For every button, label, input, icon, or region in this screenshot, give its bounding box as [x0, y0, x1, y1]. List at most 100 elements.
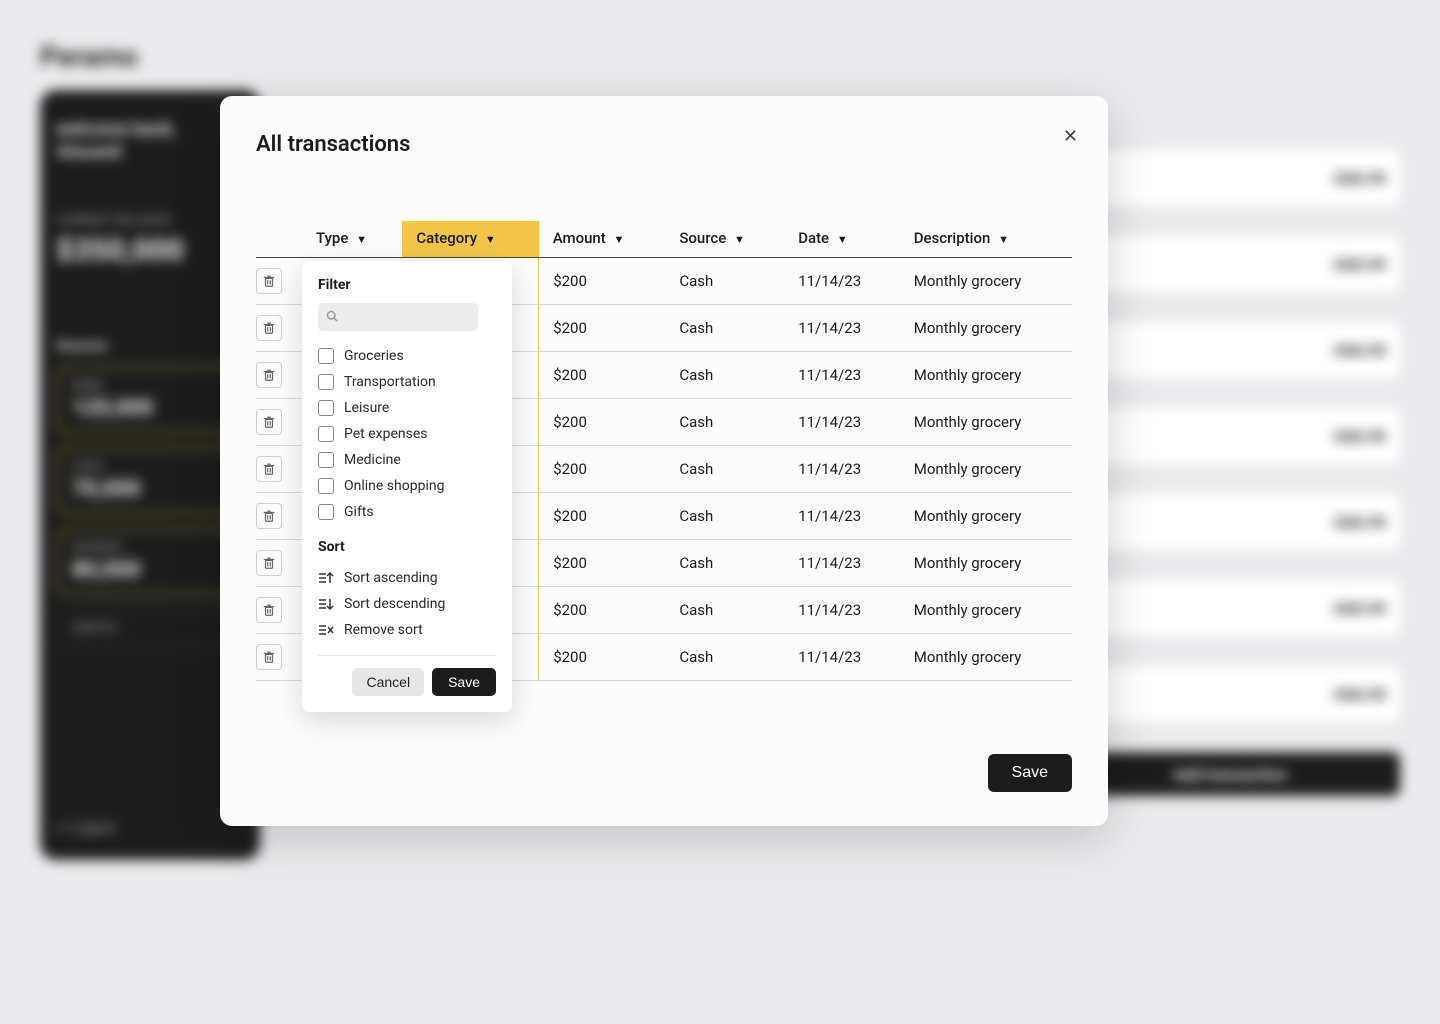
source-card-crypto[interactable]: CRYPTO — [56, 609, 244, 647]
cell-amount: $200 — [539, 540, 666, 587]
col-header-category[interactable]: Category ▼ — [402, 221, 538, 258]
filter-option-label: Leisure — [344, 400, 389, 416]
txn-amount: -$40.99 — [1329, 513, 1386, 532]
cancel-button[interactable]: Cancel — [352, 668, 424, 696]
checkbox[interactable] — [318, 504, 334, 520]
filter-option[interactable]: Gifts — [318, 499, 496, 525]
col-header-type[interactable]: Type ▼ — [302, 221, 402, 258]
checkbox[interactable] — [318, 348, 334, 364]
trash-icon — [262, 462, 276, 476]
txn-row[interactable]: -$40.99 — [1060, 408, 1400, 464]
trash-icon — [262, 603, 276, 617]
filter-option-label: Online shopping — [344, 478, 444, 494]
col-header-delete — [256, 221, 302, 258]
source-card-savings[interactable]: SAVINGS 80,000 — [56, 528, 244, 595]
col-label: Category — [416, 229, 477, 247]
cell-date: 11/14/23 — [784, 446, 900, 493]
delete-row-button[interactable] — [256, 456, 282, 482]
trash-icon — [262, 368, 276, 382]
col-label: Type — [316, 229, 348, 247]
sort-remove-label: Remove sort — [344, 622, 423, 638]
txn-row[interactable]: -$40.99 — [1060, 236, 1400, 292]
cell-description: Monthly grocery — [900, 446, 1072, 493]
txn-row[interactable]: -$40.99 — [1060, 666, 1400, 722]
txn-row[interactable]: -$40.99 — [1060, 494, 1400, 550]
welcome-text: welcome back, Vincent! — [56, 118, 244, 165]
filter-option[interactable]: Leisure — [318, 395, 496, 421]
delete-row-button[interactable] — [256, 409, 282, 435]
filter-icon: ▼ — [837, 233, 848, 246]
sources-label: Sources — [56, 338, 244, 354]
delete-row-button[interactable] — [256, 503, 282, 529]
transactions-table-wrap: Type ▼ Category ▼ Amount ▼ Source ▼ — [256, 221, 1072, 681]
sort-descending-option[interactable]: Sort descending — [318, 591, 496, 617]
cell-source: Cash — [665, 446, 784, 493]
cell-description: Monthly grocery — [900, 493, 1072, 540]
col-header-source[interactable]: Source ▼ — [665, 221, 784, 258]
cell-date: 11/14/23 — [784, 493, 900, 540]
txn-amount: -$40.99 — [1329, 169, 1386, 188]
cell-date: 11/14/23 — [784, 352, 900, 399]
filter-icon: ▼ — [998, 233, 1009, 246]
trash-icon — [262, 415, 276, 429]
cell-date: 11/14/23 — [784, 587, 900, 634]
cell-source: Cash — [665, 634, 784, 681]
source-card-bank[interactable]: BANK 120,000 — [56, 366, 244, 433]
txn-row[interactable]: -$40.99 — [1060, 322, 1400, 378]
save-button[interactable]: Save — [432, 668, 496, 696]
checkbox[interactable] — [318, 452, 334, 468]
modal-title: All transactions — [256, 132, 1072, 157]
cell-source: Cash — [665, 399, 784, 446]
cell-source: Cash — [665, 587, 784, 634]
cell-source: Cash — [665, 352, 784, 399]
delete-row-button[interactable] — [256, 362, 282, 388]
checkbox[interactable] — [318, 374, 334, 390]
cell-source: Cash — [665, 305, 784, 352]
sort-desc-label: Sort descending — [344, 596, 445, 612]
filter-search-wrap — [318, 303, 496, 331]
sort-asc-label: Sort ascending — [344, 570, 438, 586]
sort-remove-option[interactable]: Remove sort — [318, 617, 496, 643]
col-label: Date — [798, 229, 829, 247]
logout-button[interactable]: ↩ Logout — [56, 820, 115, 836]
add-transaction-button[interactable]: Add transaction — [1060, 752, 1400, 796]
checkbox[interactable] — [318, 478, 334, 494]
filter-option[interactable]: Pet expenses — [318, 421, 496, 447]
brand-title: Peramo — [40, 40, 1400, 73]
sort-ascending-option[interactable]: Sort ascending — [318, 565, 496, 591]
close-icon: ✕ — [1063, 126, 1078, 146]
source-name: CASH — [72, 459, 228, 473]
balance-label: CURRENT BALANCE — [56, 213, 244, 227]
source-name: CRYPTO — [72, 621, 228, 635]
close-button[interactable]: ✕ — [1063, 126, 1078, 147]
dropdown-divider — [318, 655, 496, 656]
checkbox[interactable] — [318, 400, 334, 416]
balance-amount: $350,000 — [56, 233, 244, 268]
filter-option[interactable]: Medicine — [318, 447, 496, 473]
delete-row-button[interactable] — [256, 268, 282, 294]
checkbox[interactable] — [318, 426, 334, 442]
col-header-amount[interactable]: Amount ▼ — [539, 221, 666, 258]
filter-option[interactable]: Transportation — [318, 369, 496, 395]
filter-option-label: Transportation — [344, 374, 436, 390]
trash-icon — [262, 274, 276, 288]
cell-amount: $200 — [539, 446, 666, 493]
modal-save-button[interactable]: Save — [988, 754, 1072, 792]
cell-date: 11/14/23 — [784, 258, 900, 305]
filter-heading: Filter — [318, 277, 496, 293]
txn-row[interactable]: -$40.99 — [1060, 150, 1400, 206]
filter-icon: ▼ — [485, 233, 496, 246]
col-header-date[interactable]: Date ▼ — [784, 221, 900, 258]
filter-option[interactable]: Groceries — [318, 343, 496, 369]
txn-row[interactable]: -$40.99 — [1060, 580, 1400, 636]
col-header-description[interactable]: Description ▼ — [900, 221, 1072, 258]
source-card-cash[interactable]: CASH 70,000 — [56, 447, 244, 514]
source-name: SAVINGS — [72, 540, 228, 554]
filter-search-input[interactable] — [318, 303, 478, 331]
delete-row-button[interactable] — [256, 644, 282, 670]
filter-option[interactable]: Online shopping — [318, 473, 496, 499]
delete-row-button[interactable] — [256, 315, 282, 341]
delete-row-button[interactable] — [256, 597, 282, 623]
cell-source: Cash — [665, 493, 784, 540]
delete-row-button[interactable] — [256, 550, 282, 576]
